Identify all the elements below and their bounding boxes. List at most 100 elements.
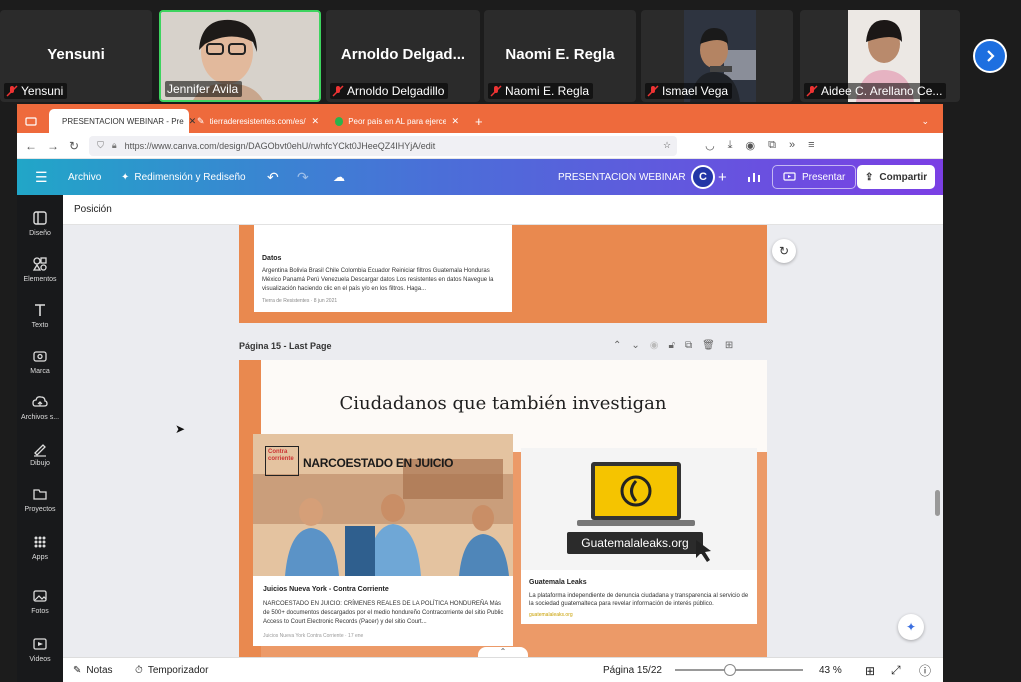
sidebar-item-label: Proyectos: [24, 506, 56, 513]
delete-page-icon[interactable]: 🗑︎: [702, 340, 715, 351]
file-menu[interactable]: Archivo: [68, 159, 101, 195]
menu-hamburger-icon[interactable]: ☰: [35, 159, 48, 195]
extensions-icon[interactable]: ⧉: [768, 139, 776, 152]
menu-icon[interactable]: ≡: [808, 139, 814, 152]
folder-icon: [33, 489, 47, 500]
next-participants-button[interactable]: [973, 39, 1007, 73]
resize-menu[interactable]: ✦ Redimensión y Rediseño: [121, 159, 246, 195]
page-panel-toggle[interactable]: ⌃: [478, 647, 528, 657]
close-tab-icon[interactable]: ✕: [451, 116, 459, 127]
lock-page-icon[interactable]: 🔓︎: [669, 340, 675, 351]
back-icon[interactable]: ←: [25, 139, 37, 153]
sidebar-item-brand[interactable]: Marca: [17, 347, 63, 375]
sidebar-item-folder[interactable]: Proyectos: [17, 485, 63, 513]
guatemalaleaks-illustration: Guatemalaleaks.org: [521, 448, 757, 570]
sidebar-item-label: Marca: [30, 368, 50, 375]
fullscreen-icon[interactable]: ⤢: [891, 658, 901, 682]
reload-icon[interactable]: ↻: [69, 139, 79, 153]
card-title: Juicios Nueva York - Contra Corriente: [263, 586, 389, 593]
link-card-guatemalaleaks[interactable]: Guatemalaleaks.org Guatemala Leaks La pl…: [521, 448, 757, 624]
page-label[interactable]: Página 15 - Last Page: [239, 341, 332, 351]
timer-label: Temporizador: [147, 665, 209, 676]
photo-icon: [33, 590, 47, 602]
refresh-page-button[interactable]: ↻: [772, 239, 796, 263]
zoom-slider-knob[interactable]: [724, 664, 736, 676]
redo-icon[interactable]: ↷: [297, 159, 309, 195]
account-icon[interactable]: ◉: [746, 139, 756, 152]
participant-strip: Yensuni Yensuni Jennifer Avila Arnoldo D…: [0, 0, 1021, 104]
timer-button[interactable]: ⏱ Temporizador: [135, 658, 208, 682]
move-page-down-icon[interactable]: ⌄: [631, 340, 639, 351]
page-favicon-icon: [335, 116, 344, 126]
participant-name: Ismael Vega: [662, 84, 729, 98]
sidebar-item-text[interactable]: Texto: [17, 301, 63, 329]
sidebar-item-label: Elementos: [23, 276, 57, 283]
sidebar-item-draw[interactable]: Dibujo: [17, 439, 63, 467]
add-page-icon[interactable]: ⊞: [725, 340, 733, 351]
link-card[interactable]: Datos Argentina Bolivia Brasil Chile Col…: [254, 225, 512, 312]
vertical-scrollbar[interactable]: [935, 490, 940, 516]
sidebar-item-video[interactable]: Videos: [17, 635, 63, 663]
grid-view-icon[interactable]: ⊞: [865, 658, 875, 682]
notes-button[interactable]: ✎ Notas: [73, 658, 113, 682]
resize-label: Redimensión y Rediseño: [134, 171, 246, 183]
timer-icon: ⏱: [135, 665, 143, 676]
participant-tile[interactable]: Naomi E. Regla Naomi E. Regla: [484, 10, 636, 102]
new-tab-button[interactable]: +: [467, 109, 491, 133]
page-indicator[interactable]: Página 15/22: [603, 658, 662, 682]
avatar[interactable]: C: [691, 165, 715, 189]
page-15[interactable]: Ciudadanos que también investigan Contra…: [239, 360, 767, 657]
mouse-cursor-icon: ➤: [175, 422, 186, 436]
sparkle-icon: ✦: [121, 171, 130, 183]
narcoestado-illustration: Contra corriente NARCOESTADO EN JUICIO: [253, 434, 513, 576]
participant-tile[interactable]: Yensuni Yensuni: [0, 10, 152, 102]
forward-icon[interactable]: →: [47, 139, 59, 153]
url-text: https://www.canva.com/design/DAGObvt0ehU…: [124, 140, 436, 151]
present-button[interactable]: Presentar: [772, 165, 857, 189]
participant-tile[interactable]: Arnoldo Delgad... Arnoldo Delgadillo: [326, 10, 480, 102]
image-site-text: Guatemalaleaks.org: [581, 536, 689, 550]
sidebar-item-layout[interactable]: Diseño: [17, 209, 63, 237]
sidebar-item-label: Apps: [32, 554, 48, 561]
address-bar[interactable]: ⛉ 🔒︎ https://www.canva.com/design/DAGObv…: [89, 135, 678, 156]
download-icon[interactable]: ⤓: [728, 139, 733, 152]
zoom-slider[interactable]: [675, 664, 803, 676]
page-favicon-icon: ✎: [197, 115, 205, 126]
tab-list-icon[interactable]: ⌄: [913, 109, 937, 133]
canvas-workspace[interactable]: Datos Argentina Bolivia Brasil Chile Col…: [63, 225, 943, 657]
browser-tab[interactable]: Peor país en AL para ejercer pe ✕: [327, 109, 467, 133]
add-collaborator-icon[interactable]: +: [718, 159, 727, 195]
magic-assistant-button[interactable]: ✦: [898, 614, 924, 640]
help-icon[interactable]: ⓘ: [919, 658, 931, 682]
browser-tab[interactable]: ✎ tierraderesistentes.com/es/datos ✕: [189, 109, 327, 133]
participant-tile[interactable]: Aidee C. Arellano Ce...: [800, 10, 960, 102]
card-description: Argentina Bolivia Brasil Chile Colombia …: [262, 268, 494, 292]
zoom-level[interactable]: 43 %: [819, 658, 842, 682]
duplicate-page-icon[interactable]: ⧉: [685, 340, 692, 351]
browser-tab-active[interactable]: PRESENTACION WEBINAR - Pre ✕: [49, 109, 196, 133]
sidebar-item-cloud-upload[interactable]: Archivos s...: [17, 393, 63, 421]
hide-page-icon[interactable]: ◉: [650, 340, 659, 351]
tab-overview-icon[interactable]: [25, 115, 37, 127]
document-title[interactable]: PRESENTACION WEBINAR: [558, 159, 686, 195]
close-tab-icon[interactable]: ✕: [311, 116, 319, 127]
cloud-sync-icon[interactable]: ☁: [333, 159, 345, 195]
participant-tile-active-speaker[interactable]: Jennifer Avila: [159, 10, 321, 102]
participant-tile[interactable]: Ismael Vega: [641, 10, 793, 102]
position-button[interactable]: Posición: [74, 204, 112, 215]
page-14[interactable]: Datos Argentina Bolivia Brasil Chile Col…: [239, 225, 767, 323]
share-button[interactable]: ⇪ Compartir: [857, 165, 936, 189]
move-page-up-icon[interactable]: ⌃: [613, 340, 621, 351]
pocket-icon[interactable]: ◡: [705, 139, 715, 152]
text-icon: [35, 304, 45, 316]
sidebar-item-elements[interactable]: Elementos: [17, 255, 63, 283]
slide-title[interactable]: Ciudadanos que también investigan: [239, 393, 767, 414]
bookmark-star-icon[interactable]: ☆: [663, 140, 671, 151]
sidebar-item-photo[interactable]: Fotos: [17, 587, 63, 615]
link-card-contracorriente[interactable]: Contra corriente NARCOESTADO EN JUICIO J…: [253, 434, 513, 646]
position-toolbar: Posición: [63, 195, 943, 225]
insights-chart-icon[interactable]: [747, 159, 761, 195]
undo-icon[interactable]: ↶: [267, 159, 279, 195]
sidebar-item-apps-grid[interactable]: Apps: [17, 533, 63, 561]
overflow-icon[interactable]: »: [789, 139, 795, 152]
